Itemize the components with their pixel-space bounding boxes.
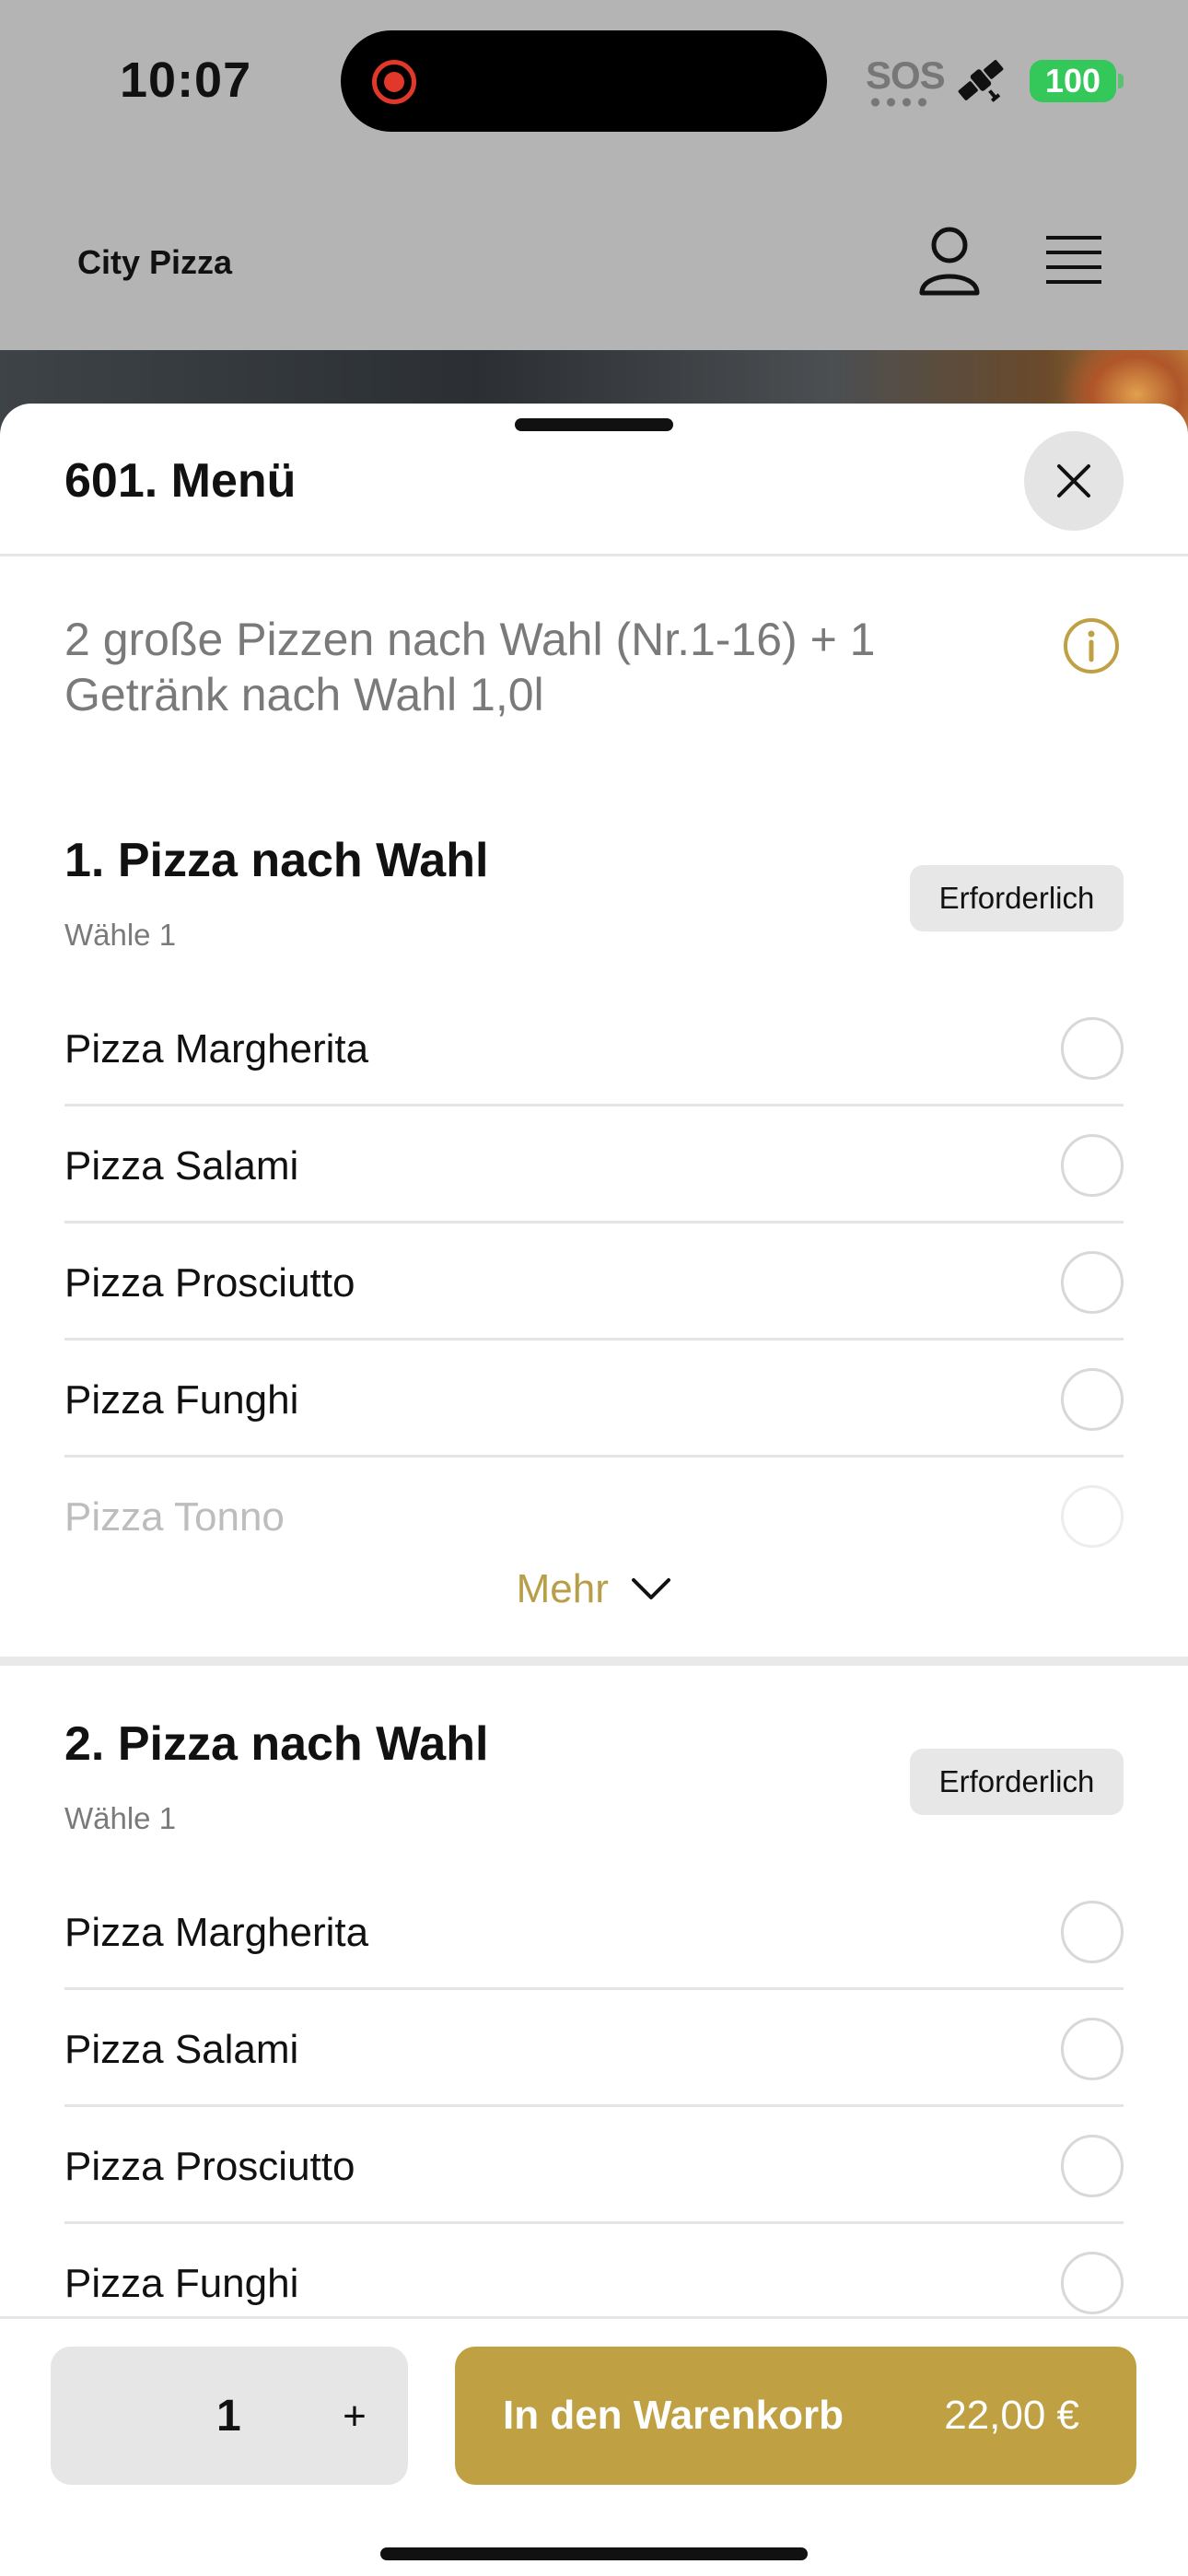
recording-icon bbox=[372, 60, 416, 104]
option-label: Pizza Tonno bbox=[64, 1494, 285, 1540]
radio-button[interactable] bbox=[1061, 2135, 1124, 2197]
radio-button[interactable] bbox=[1061, 1485, 1124, 1548]
option-row[interactable]: Pizza Margherita bbox=[64, 989, 1124, 1107]
price-label: 22,00 € bbox=[944, 2393, 1079, 2438]
group-title: 2. Pizza nach Wahl bbox=[64, 1717, 489, 1771]
battery-tip bbox=[1118, 74, 1124, 88]
quantity-stepper[interactable]: 1 + bbox=[51, 2347, 408, 2485]
dynamic-island bbox=[341, 30, 827, 132]
chevron-down-icon bbox=[632, 1578, 671, 1599]
option-row[interactable]: Pizza Prosciutto bbox=[64, 1224, 1124, 1341]
app-header: City Pizza bbox=[0, 166, 1188, 350]
option-row[interactable]: Pizza Salami bbox=[64, 1107, 1124, 1224]
option-row[interactable]: Pizza Tonno bbox=[64, 1458, 1124, 1575]
radio-button[interactable] bbox=[1061, 1251, 1124, 1314]
option-row[interactable]: Pizza Salami bbox=[64, 1990, 1124, 2107]
product-description: 2 große Pizzen nach Wahl (Nr.1-16) + 1 G… bbox=[64, 614, 876, 720]
signal-dots-icon bbox=[868, 98, 932, 107]
required-badge: Erforderlich bbox=[910, 865, 1124, 931]
increment-button[interactable]: + bbox=[327, 2389, 382, 2444]
option-label: Pizza Funghi bbox=[64, 1377, 299, 1423]
group-subtitle: Wähle 1 bbox=[64, 918, 177, 952]
close-button[interactable] bbox=[1024, 431, 1124, 531]
radio-button[interactable] bbox=[1061, 1368, 1124, 1431]
close-icon bbox=[1057, 464, 1090, 498]
battery-indicator: 100 bbox=[1030, 60, 1116, 102]
user-icon[interactable] bbox=[917, 225, 982, 297]
option-label: Pizza Funghi bbox=[64, 2261, 299, 2306]
quantity-value: 1 bbox=[216, 2392, 241, 2441]
show-more-button[interactable]: Mehr bbox=[0, 1566, 1188, 1631]
radio-button[interactable] bbox=[1061, 1017, 1124, 1080]
radio-button[interactable] bbox=[1061, 1901, 1124, 1963]
option-row[interactable]: Pizza Funghi bbox=[64, 1341, 1124, 1458]
option-label: Pizza Margherita bbox=[64, 1026, 369, 1071]
bottom-action-bar: 1 + In den Warenkorb 22,00 € bbox=[0, 2316, 1188, 2576]
info-icon[interactable] bbox=[1063, 617, 1120, 674]
show-more-label: Mehr bbox=[516, 1566, 609, 1611]
brand-name[interactable]: City Pizza bbox=[77, 243, 232, 282]
option-row[interactable]: Pizza Margherita bbox=[64, 1873, 1124, 1990]
option-label: Pizza Salami bbox=[64, 2027, 299, 2072]
option-row[interactable]: Pizza Prosciutto bbox=[64, 2107, 1124, 2224]
title-divider bbox=[0, 554, 1188, 556]
sos-indicator: SOS bbox=[866, 53, 946, 97]
group-title: 1. Pizza nach Wahl bbox=[64, 834, 489, 887]
group-subtitle: Wähle 1 bbox=[64, 1801, 177, 1835]
status-time: 10:07 bbox=[120, 53, 252, 108]
home-indicator[interactable] bbox=[380, 2547, 808, 2560]
required-badge: Erforderlich bbox=[910, 1749, 1124, 1815]
sheet-grabber[interactable] bbox=[515, 418, 673, 431]
option-label: Pizza Prosciutto bbox=[64, 1260, 355, 1306]
sheet-title: 601. Menü bbox=[64, 454, 297, 508]
option-label: Pizza Prosciutto bbox=[64, 2144, 355, 2189]
section-divider bbox=[0, 1657, 1188, 1666]
menu-icon[interactable] bbox=[1044, 234, 1103, 286]
satellite-icon bbox=[958, 60, 1004, 102]
radio-button[interactable] bbox=[1061, 2018, 1124, 2080]
add-to-cart-button[interactable]: In den Warenkorb 22,00 € bbox=[455, 2347, 1136, 2485]
radio-button[interactable] bbox=[1061, 1134, 1124, 1197]
option-label: Pizza Margherita bbox=[64, 1910, 369, 1955]
radio-button[interactable] bbox=[1061, 2252, 1124, 2314]
status-bar: 10:07 SOS 100 bbox=[0, 0, 1188, 166]
product-sheet: 601. Menü 2 große Pizzen nach Wahl (Nr.1… bbox=[0, 404, 1188, 2576]
option-label: Pizza Salami bbox=[64, 1143, 299, 1188]
add-to-cart-label: In den Warenkorb bbox=[503, 2393, 844, 2438]
